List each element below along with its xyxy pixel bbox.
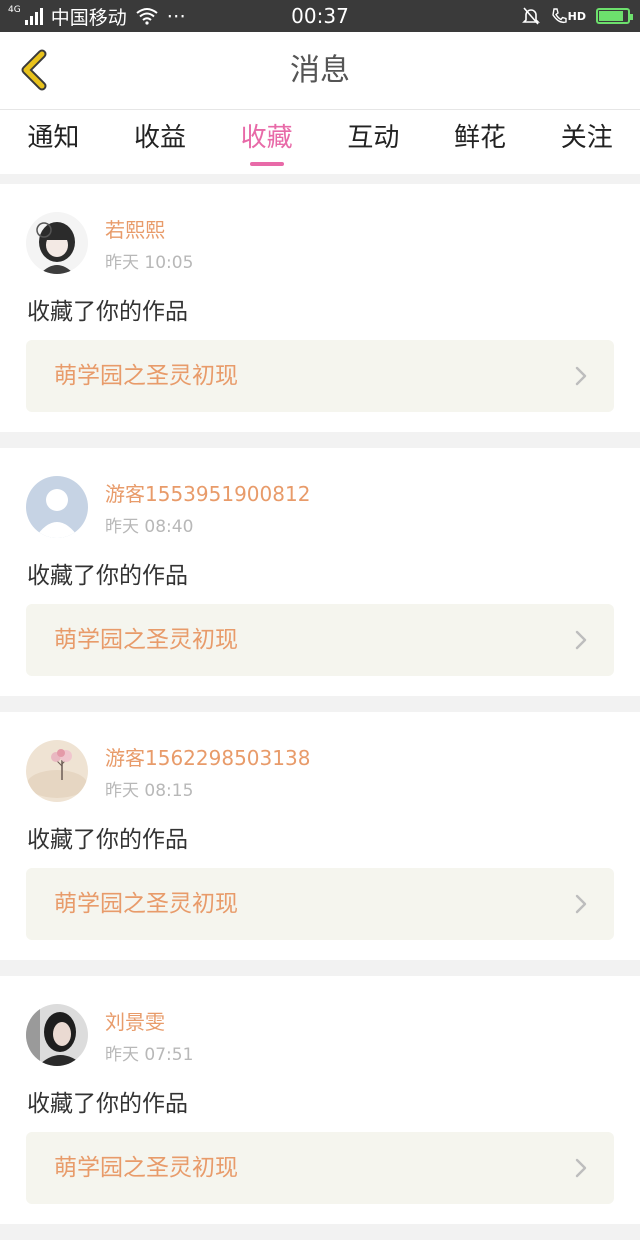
- avatar[interactable]: [26, 740, 88, 802]
- tab-notice[interactable]: 通知: [0, 110, 107, 174]
- work-link[interactable]: 萌学园之圣灵初现: [26, 340, 614, 412]
- message-time: 昨天 08:15: [105, 781, 194, 801]
- message-time: 昨天 08:40: [105, 517, 194, 537]
- mute-bell-icon: [521, 7, 540, 25]
- user-name[interactable]: 若熙熙: [105, 214, 165, 243]
- message-card: 若熙熙 昨天 10:05 收藏了你的作品 萌学园之圣灵初现: [0, 184, 640, 432]
- avatar[interactable]: [26, 476, 88, 538]
- tab-favorites[interactable]: 收藏: [213, 110, 320, 174]
- message-card: 刘景雯 昨天 07:51 收藏了你的作品 萌学园之圣灵初现: [0, 976, 640, 1224]
- chevron-right-icon: [575, 630, 587, 650]
- hd-label: HD: [567, 9, 586, 23]
- chevron-right-icon: [575, 894, 587, 914]
- chevron-right-icon: [575, 1158, 587, 1178]
- message-time: 昨天 10:05: [105, 253, 194, 273]
- message-text: 收藏了你的作品: [27, 827, 188, 853]
- battery-icon: [596, 8, 633, 24]
- avatar[interactable]: [26, 1004, 88, 1066]
- message-text: 收藏了你的作品: [27, 563, 188, 589]
- work-title: 萌学园之圣灵初现: [54, 891, 238, 917]
- message-text: 收藏了你的作品: [27, 299, 188, 325]
- work-title: 萌学园之圣灵初现: [54, 627, 238, 653]
- tab-earnings[interactable]: 收益: [107, 110, 214, 174]
- work-title: 萌学园之圣灵初现: [54, 363, 238, 389]
- status-right: HD: [521, 0, 633, 32]
- chevron-right-icon: [575, 366, 587, 386]
- message-time: 昨天 07:51: [105, 1045, 194, 1065]
- tab-follow[interactable]: 关注: [533, 110, 640, 174]
- status-bar: 4G 中国移动 ⋯ 00:37 HD: [0, 0, 640, 32]
- tab-flowers[interactable]: 鲜花: [427, 110, 534, 174]
- tab-interaction[interactable]: 互动: [320, 110, 427, 174]
- page-title: 消息: [290, 53, 350, 88]
- hd-call-icon: HD: [551, 7, 586, 25]
- user-name[interactable]: 游客1553951900812: [105, 478, 310, 507]
- message-text: 收藏了你的作品: [27, 1091, 188, 1117]
- nav-header: 消息: [0, 32, 640, 110]
- work-link[interactable]: 萌学园之圣灵初现: [26, 604, 614, 676]
- work-link[interactable]: 萌学园之圣灵初现: [26, 868, 614, 940]
- tab-bar: 通知 收益 收藏 互动 鲜花 关注: [0, 110, 640, 174]
- avatar[interactable]: [26, 212, 88, 274]
- user-name[interactable]: 游客1562298503138: [105, 742, 310, 771]
- battery-fill: [599, 11, 623, 21]
- message-list: 若熙熙 昨天 10:05 收藏了你的作品 萌学园之圣灵初现 游客15539519…: [0, 184, 640, 1240]
- work-link[interactable]: 萌学园之圣灵初现: [26, 1132, 614, 1204]
- work-title: 萌学园之圣灵初现: [54, 1155, 238, 1181]
- message-card: 游客1562298503138 昨天 08:15 收藏了你的作品 萌学园之圣灵初…: [0, 712, 640, 960]
- message-card: 游客1553951900812 昨天 08:40 收藏了你的作品 萌学园之圣灵初…: [0, 448, 640, 696]
- user-name[interactable]: 刘景雯: [105, 1006, 165, 1035]
